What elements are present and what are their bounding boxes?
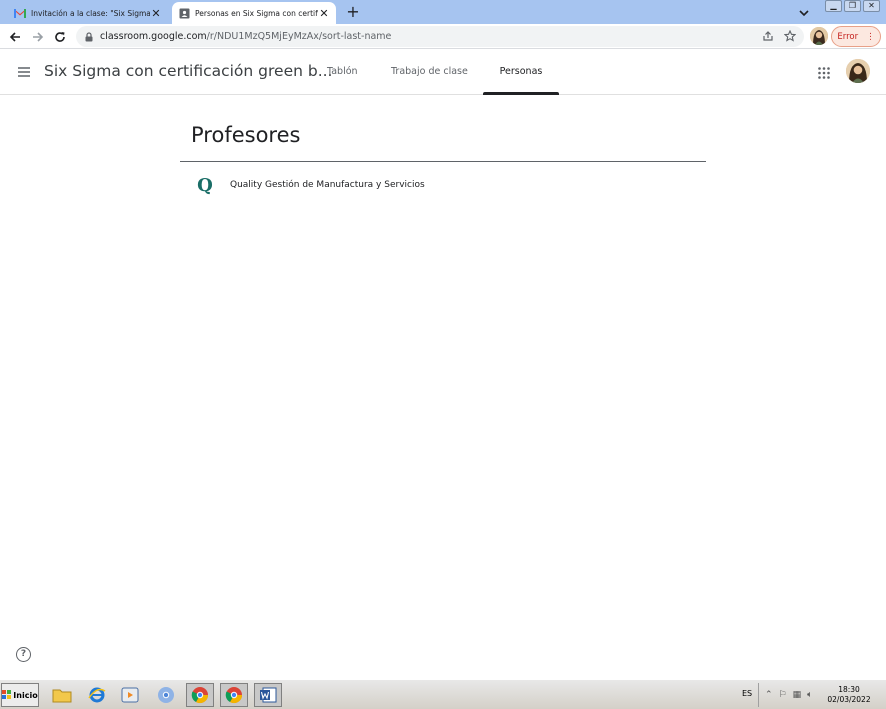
close-tab-icon[interactable]: ✕ (318, 7, 330, 20)
browser-toolbar: classroom.google.com/r/NDU1MzQ5MjEyMzAx/… (0, 24, 886, 49)
browser-tab-title: Personas en Six Sigma con certificación … (195, 8, 318, 18)
share-icon[interactable] (762, 30, 774, 45)
clock-time: 18:30 (838, 685, 860, 694)
file-explorer-icon[interactable] (48, 683, 76, 707)
new-tab-button[interactable]: + (344, 3, 362, 21)
window-controls: ▁ ❐ ✕ (825, 0, 880, 12)
help-icon[interactable]: ? (16, 647, 31, 662)
system-tray: ⌃ ⚐ ▦ 🔈︎ 18:30 02/03/2022 (758, 683, 886, 707)
start-button[interactable]: Inicio (1, 683, 39, 707)
browser-tab-personas[interactable]: Personas en Six Sigma con certificación … (172, 2, 336, 24)
close-window-icon[interactable]: ✕ (863, 0, 880, 12)
taskbar-clock[interactable]: 18:30 02/03/2022 (825, 685, 873, 705)
classroom-tab-icon (178, 7, 190, 19)
browser-profile-avatar[interactable] (810, 27, 828, 45)
os-taskbar: Inicio ES ⌃ ⚐ ▦ 🔈︎ 18:30 02/03/2022 (0, 679, 886, 709)
browser-tab-title: Invitación a la clase: "Six Sigma con ce… (31, 8, 150, 18)
chrome-app-icon[interactable] (152, 683, 180, 707)
tab-search-chevron-icon[interactable] (797, 5, 811, 19)
tray-icons: ⌃ ⚐ ▦ 🔈︎ (765, 690, 813, 700)
reload-icon[interactable] (51, 28, 68, 45)
classroom-header: Six Sigma con certificación green b... T… (0, 49, 886, 95)
browser-tab-strip: Invitación a la clase: "Six Sigma con ce… (0, 0, 886, 24)
start-label: Inicio (13, 690, 38, 700)
chrome-window-2-icon[interactable] (220, 683, 248, 707)
restore-icon[interactable]: ❐ (844, 0, 861, 12)
bookmark-star-icon[interactable] (783, 29, 797, 45)
windows-flag-icon (2, 689, 12, 701)
internet-explorer-icon[interactable] (83, 683, 111, 707)
action-center-flag-icon[interactable]: ⚐ (779, 690, 787, 700)
word-app-icon[interactable] (254, 683, 282, 707)
lock-icon[interactable] (84, 31, 94, 42)
gmail-icon (14, 7, 26, 19)
section-divider (180, 161, 706, 162)
minimize-icon[interactable]: ▁ (825, 0, 842, 12)
clock-date: 02/03/2022 (827, 695, 871, 704)
teacher-logo-icon: Q (197, 174, 213, 196)
volume-icon[interactable]: 🔈︎ (807, 690, 812, 700)
close-tab-icon[interactable]: ✕ (150, 7, 162, 20)
teacher-name: Quality Gestión de Manufactura y Servici… (230, 180, 425, 190)
chrome-window-1-icon[interactable] (186, 683, 214, 707)
teacher-row[interactable]: Q Quality Gestión de Manufactura y Servi… (180, 170, 706, 200)
account-avatar[interactable] (846, 59, 870, 83)
network-icon[interactable]: ▦ (793, 690, 802, 700)
hamburger-menu-icon[interactable] (15, 63, 33, 81)
section-title-profesores: Profesores (191, 123, 301, 147)
tab-personas[interactable]: Personas (483, 49, 559, 95)
tab-tablon[interactable]: Tablón (327, 49, 358, 94)
url-host: classroom.google.com (100, 31, 207, 42)
media-player-icon[interactable] (116, 683, 144, 707)
more-vert-icon: ⋮ (866, 31, 875, 42)
tab-trabajo-de-clase[interactable]: Trabajo de clase (391, 49, 468, 94)
forward-arrow-icon[interactable] (29, 28, 46, 45)
class-title[interactable]: Six Sigma con certificación green b... (44, 62, 332, 80)
language-indicator[interactable]: ES (742, 689, 752, 698)
back-arrow-icon[interactable] (6, 28, 23, 45)
omnibox-actions (762, 29, 797, 45)
browser-tab-gmail[interactable]: Invitación a la clase: "Six Sigma con ce… (8, 2, 168, 24)
profile-error-button[interactable]: Error ⋮ (831, 26, 881, 47)
show-hidden-icons-icon[interactable]: ⌃ (765, 690, 773, 700)
error-label: Error (837, 31, 859, 42)
address-bar[interactable]: classroom.google.com/r/NDU1MzQ5MjEyMzAx/… (76, 26, 804, 47)
google-apps-grid-icon[interactable] (817, 65, 831, 79)
url-path: /r/NDU1MzQ5MjEyMzAx/sort-last-name (206, 31, 392, 42)
